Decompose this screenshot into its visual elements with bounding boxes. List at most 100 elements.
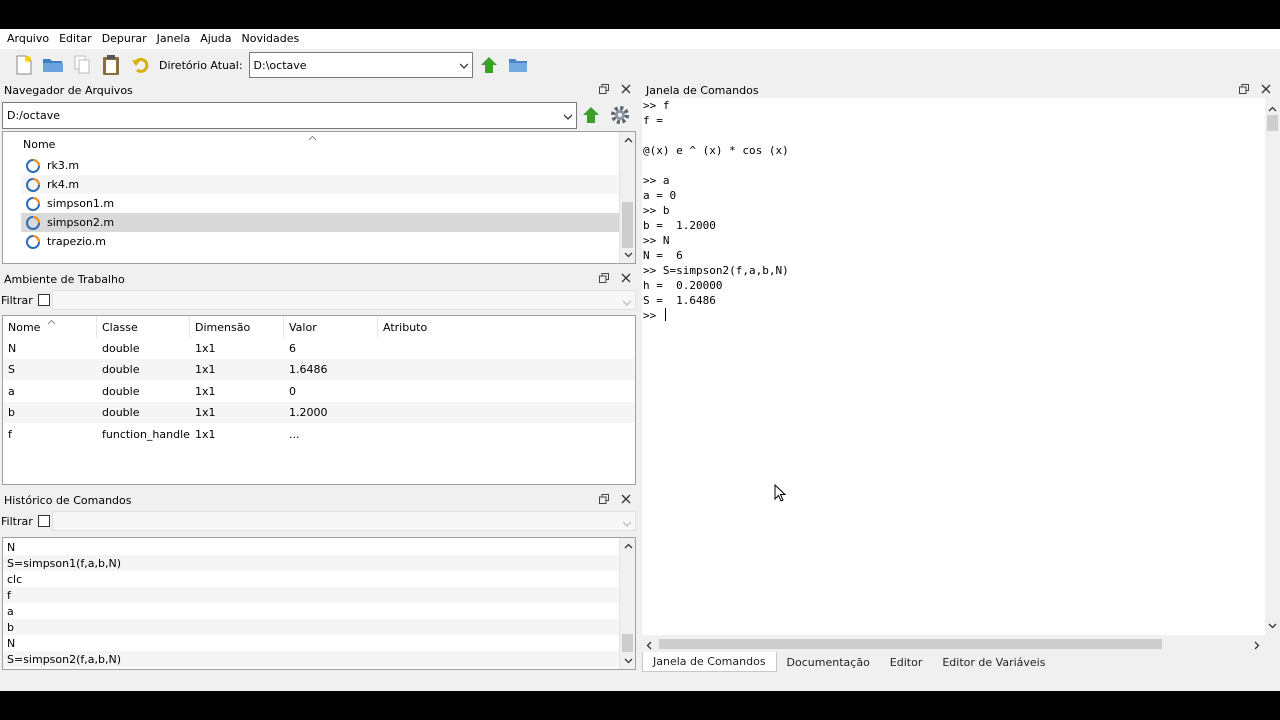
menu-editar[interactable]: Editar <box>54 29 97 49</box>
console-line: f = <box>643 114 663 127</box>
tab-janela-de-comandos[interactable]: Janela de Comandos <box>642 652 777 672</box>
history-filter-combo[interactable] <box>52 511 636 531</box>
list-item[interactable]: f <box>3 587 620 603</box>
list-item[interactable]: clc <box>3 571 620 587</box>
gear-icon[interactable] <box>609 104 631 126</box>
table-row[interactable]: N double 1x1 6 <box>3 338 635 359</box>
current-dir-combo[interactable]: D:\octave <box>248 52 473 78</box>
chevron-down-icon <box>459 60 469 69</box>
open-folder-icon[interactable] <box>41 53 65 77</box>
cell-nome: S <box>8 363 15 376</box>
sort-up-icon <box>47 315 56 328</box>
chevron-down-icon <box>622 518 632 531</box>
tab-editor[interactable]: Editor <box>880 652 933 672</box>
undock-icon[interactable] <box>1238 83 1250 95</box>
menu-ajuda[interactable]: Ajuda <box>195 29 236 49</box>
filter-checkbox[interactable] <box>37 294 50 306</box>
column-header-classe[interactable]: Classe <box>97 316 190 338</box>
close-icon[interactable] <box>620 272 632 284</box>
cell-classe: double <box>102 406 140 419</box>
new-file-icon[interactable] <box>12 53 36 77</box>
table-row[interactable]: S double 1x1 1.6486 <box>3 359 635 380</box>
list-item[interactable]: trapezio.m <box>21 232 621 251</box>
table-row[interactable]: a double 1x1 0 <box>3 381 635 402</box>
cell-classe: double <box>102 342 140 355</box>
undo-icon[interactable] <box>128 53 152 77</box>
undock-icon[interactable] <box>598 493 610 505</box>
history-title: Histórico de Comandos <box>4 493 132 507</box>
cell-classe: double <box>102 385 140 398</box>
workspace-filter-combo[interactable] <box>52 290 636 310</box>
file-name: simpson2.m <box>47 216 115 229</box>
cell-valor: 1.6486 <box>289 363 328 376</box>
list-item[interactable]: N <box>3 635 620 651</box>
browse-folder-icon[interactable] <box>506 53 530 77</box>
sort-up-icon <box>308 131 317 144</box>
file-name: rk4.m <box>47 178 80 191</box>
file-list-header[interactable]: Nome <box>23 135 55 154</box>
undock-icon[interactable] <box>598 83 610 95</box>
scroll-up-icon[interactable] <box>1268 102 1277 115</box>
column-header-atributo[interactable]: Atributo <box>378 316 635 338</box>
menu-janela[interactable]: Janela <box>152 29 196 49</box>
console-prompt-line[interactable]: >> <box>642 308 1265 323</box>
scroll-thumb[interactable] <box>659 639 1162 649</box>
tab-editor-de-variaveis[interactable]: Editor de Variáveis <box>932 652 1055 672</box>
tab-documentacao[interactable]: Documentação <box>777 652 880 672</box>
scroll-down-icon[interactable] <box>620 247 636 263</box>
column-header-valor[interactable]: Valor <box>284 316 378 338</box>
table-row[interactable]: b double 1x1 1.2000 <box>3 402 635 423</box>
octave-file-icon <box>25 234 41 250</box>
list-item[interactable]: S=simpson1(f,a,b,N) <box>3 555 620 571</box>
current-dir-value: D:\octave <box>253 58 307 72</box>
table-row[interactable]: f function_handle 1x1 ... <box>3 424 635 445</box>
column-header-dimensao[interactable]: Dimensão <box>190 316 284 338</box>
scroll-up-icon[interactable] <box>620 538 636 554</box>
list-item[interactable]: simpson1.m <box>21 194 621 213</box>
menu-depurar[interactable]: Depurar <box>97 29 152 49</box>
scroll-down-icon[interactable] <box>620 653 636 669</box>
history-scrollbar[interactable] <box>619 538 635 669</box>
console-line: @(x) e ^ (x) * cos (x) <box>643 144 789 157</box>
close-icon[interactable] <box>620 493 632 505</box>
console-line: S = 1.6486 <box>643 294 716 307</box>
file-list: Nome rk3.m rk4.m simpson1.m simpson2.m t… <box>2 131 636 264</box>
undock-icon[interactable] <box>598 272 610 284</box>
close-icon[interactable] <box>620 83 632 95</box>
menu-novidades[interactable]: Novidades <box>236 29 304 49</box>
list-item[interactable]: rk3.m <box>21 156 621 175</box>
list-item-selected[interactable]: simpson2.m <box>21 213 621 232</box>
command-window-output[interactable]: >> f f = @(x) e ^ (x) * cos (x) >> a a =… <box>642 98 1265 635</box>
scroll-up-icon[interactable] <box>620 132 636 148</box>
copy-icon[interactable] <box>70 53 94 77</box>
paste-icon[interactable] <box>99 53 123 77</box>
list-item[interactable]: S=simpson2(f,a,b,N) <box>3 651 620 667</box>
cell-valor: 6 <box>289 342 296 355</box>
command-window-hscrollbar[interactable] <box>642 636 1265 652</box>
scroll-thumb[interactable] <box>622 202 633 248</box>
file-browser-up-icon[interactable] <box>582 106 602 126</box>
scroll-thumb[interactable] <box>622 634 633 652</box>
list-item[interactable]: a <box>3 603 620 619</box>
menu-arquivo[interactable]: Arquivo <box>2 29 54 49</box>
list-item[interactable]: rk4.m <box>21 175 621 194</box>
cell-classe: function_handle <box>102 428 190 441</box>
file-browser-title: Navegador de Arquivos <box>4 83 133 97</box>
scroll-down-icon[interactable] <box>1268 619 1277 632</box>
file-name: trapezio.m <box>47 235 106 248</box>
file-browser-title-bar: Navegador de Arquivos <box>4 80 636 100</box>
file-browser-path-combo[interactable]: D:/octave <box>2 102 577 129</box>
command-window-vscrollbar[interactable] <box>1265 98 1280 636</box>
file-list-scrollbar[interactable] <box>619 132 635 263</box>
list-item[interactable]: b <box>3 619 620 635</box>
filter-checkbox[interactable] <box>37 515 50 527</box>
list-item[interactable]: N <box>3 539 620 555</box>
history-list: N S=simpson1(f,a,b,N) clc f a b N S=simp… <box>2 537 636 670</box>
cell-dimensao: 1x1 <box>195 342 216 355</box>
scroll-right-icon[interactable] <box>1254 640 1260 653</box>
console-line: >> a <box>643 174 670 187</box>
go-up-icon[interactable] <box>477 53 501 77</box>
close-icon[interactable] <box>1260 83 1272 95</box>
console-prompt: >> <box>643 309 663 322</box>
scroll-thumb[interactable] <box>1267 115 1278 131</box>
